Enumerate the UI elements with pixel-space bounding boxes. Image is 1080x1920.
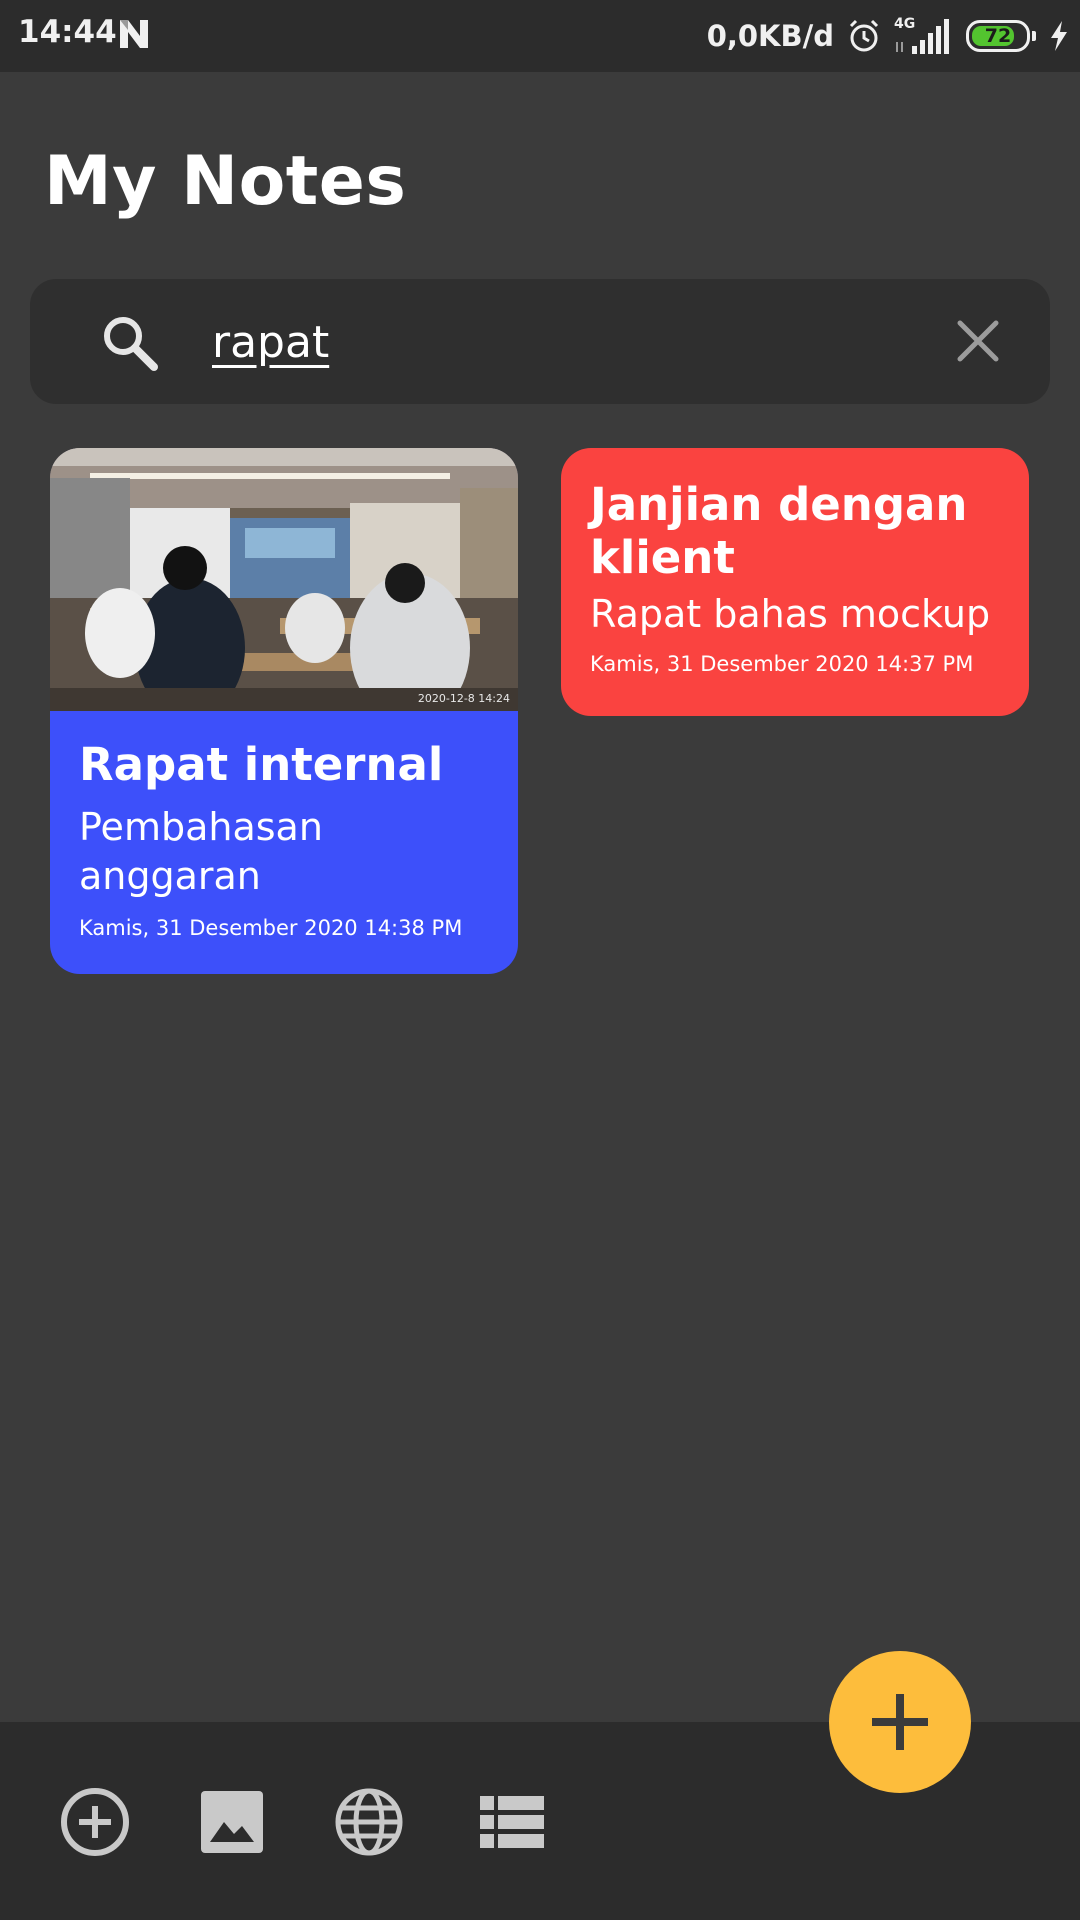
n-app-icon — [120, 20, 148, 48]
note-subtitle: Rapat bahas mockup — [590, 592, 991, 637]
network-speed: 0,0KB/d — [706, 19, 834, 53]
image-icon[interactable] — [196, 1786, 268, 1858]
note-content: Rapat internal Pembahasan anggaran Kamis… — [79, 738, 499, 940]
image-timestamp: 2020-12-8 14:24 — [417, 692, 510, 705]
note-title: Rapat internal — [79, 738, 444, 791]
search-icon — [104, 317, 158, 371]
add-note-button[interactable] — [829, 1651, 971, 1793]
note-date: Kamis, 31 Desember 2020 14:37 PM — [590, 651, 974, 676]
signal-icon — [896, 19, 949, 54]
close-icon[interactable] — [955, 318, 1001, 364]
battery-level: 72 — [984, 25, 1012, 47]
list-icon[interactable] — [476, 1786, 548, 1858]
page-title: My Notes — [44, 142, 407, 221]
note-content: Janjian dengan klient Rapat bahas mockup… — [590, 478, 1010, 676]
globe-icon[interactable] — [333, 1786, 405, 1858]
battery-icon: 72 — [966, 20, 1030, 52]
search-bar[interactable] — [30, 279, 1050, 404]
status-time: 14:44 — [18, 14, 117, 50]
note-date: Kamis, 31 Desember 2020 14:38 PM — [79, 915, 463, 940]
charging-icon — [1051, 21, 1067, 51]
note-card[interactable]: 2020-12-8 14:24 Rapat internal Pembahasa… — [50, 448, 518, 974]
meeting-photo — [50, 448, 518, 711]
plus-icon — [872, 1694, 928, 1750]
note-card[interactable]: Janjian dengan klient Rapat bahas mockup… — [561, 448, 1029, 716]
signal-indicator: 4G — [894, 16, 954, 56]
alarm-icon — [849, 19, 879, 52]
note-title: Janjian dengan klient — [590, 478, 968, 585]
status-bar: 14:44 0,0KB/d 4G 72 — [0, 0, 1080, 72]
note-subtitle: Pembahasan anggaran — [79, 805, 323, 899]
note-image: 2020-12-8 14:24 — [50, 448, 518, 711]
add-circle-icon[interactable] — [59, 1786, 131, 1858]
search-input[interactable] — [210, 309, 954, 375]
battery-cap — [1032, 31, 1036, 41]
